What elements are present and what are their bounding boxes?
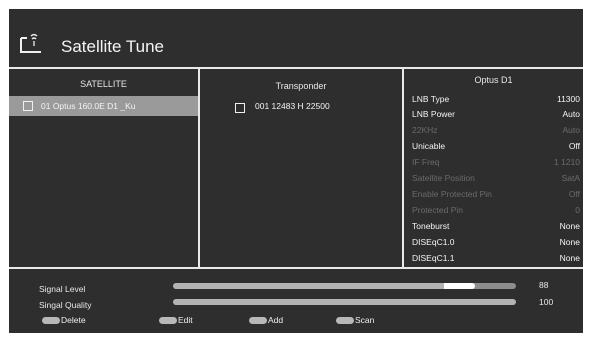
satellite-label: 01 Optus 160.0E D1 _Ku [41, 101, 136, 111]
signal-level-bar [173, 283, 516, 289]
transponder-label: 001 12483 H 22500 [255, 101, 330, 111]
param-value: Off [568, 189, 580, 199]
satellite-column-header: SATELLITE [80, 79, 127, 89]
param-label: Toneburst [412, 221, 450, 231]
param-value: Off [568, 141, 580, 151]
signal-quality-fill [173, 299, 516, 305]
param-value: Auto [562, 125, 581, 135]
param-value: None [559, 237, 580, 247]
param-label: Unicable [412, 141, 446, 151]
satellite-tune-screen: Satellite Tune SATELLITE 01 Optus 160.0E… [9, 9, 583, 333]
param-label: Enable Protected Pin [412, 189, 492, 199]
param-value: 0 [575, 205, 580, 215]
param-lnb-power[interactable]: LNB Power Auto [412, 109, 580, 124]
signal-level-marker [443, 283, 475, 289]
title-bar: Satellite Tune [9, 9, 583, 67]
edit-label: Edit [178, 315, 193, 325]
satellite-detail-header: Optus D1 [474, 75, 513, 85]
blue-key-icon [336, 317, 354, 324]
param-value: None [559, 253, 580, 263]
param-label: DISEqC1.1 [412, 253, 455, 263]
param-value: None [559, 221, 580, 231]
param-22khz: 22KHz Auto [412, 125, 580, 140]
param-value: Auto [562, 109, 581, 119]
param-enable-protected-pin: Enable Protected Pin Off [412, 189, 580, 204]
param-label: Protected Pin [412, 205, 464, 215]
param-label: 22KHz [412, 125, 438, 135]
transponder-list-item[interactable]: 001 12483 H 22500 [229, 98, 389, 116]
param-label: IF Freq [412, 157, 440, 167]
signal-quality-bar [173, 299, 516, 305]
satellite-dish-icon [19, 32, 43, 54]
satellite-checkbox[interactable] [23, 101, 33, 111]
scan-label: Scan [355, 315, 375, 325]
transponder-checkbox[interactable] [235, 103, 245, 113]
param-toneburst[interactable]: Toneburst None [412, 221, 580, 236]
param-label: DISEqC1.0 [412, 237, 455, 247]
param-value: 1 1210 [554, 157, 580, 167]
param-value: SatA [561, 173, 580, 183]
signal-quality-label: Singal Quality [39, 300, 92, 310]
param-label: Satellite Position [412, 173, 475, 183]
column-divider-left [198, 69, 200, 267]
yellow-key-icon [249, 317, 267, 324]
satellite-list-item[interactable]: 01 Optus 160.0E D1 _Ku [9, 96, 198, 116]
param-unicable[interactable]: Unicable Off [412, 141, 580, 156]
param-value: 11300 [556, 94, 580, 104]
param-satellite-position: Satellite Position SatA [412, 173, 580, 188]
green-key-icon [159, 317, 177, 324]
param-protected-pin: Protected Pin 0 [412, 205, 580, 220]
param-label: LNB Type [412, 94, 450, 104]
signal-level-value: 88 [539, 280, 549, 290]
delete-label: Delete [61, 315, 86, 325]
page-title: Satellite Tune [61, 37, 165, 56]
param-diseqc-1-0[interactable]: DISEqC1.0 None [412, 237, 580, 252]
param-diseqc-1-1[interactable]: DISEqC1.1 None [412, 253, 580, 268]
signal-quality-value: 100 [539, 297, 554, 307]
param-label: LNB Power [412, 109, 455, 119]
param-if-freq: IF Freq 1 1210 [412, 157, 580, 172]
header-divider [9, 67, 583, 69]
signal-level-label: Signal Level [39, 284, 86, 294]
transponder-column-header: Transponder [275, 81, 327, 91]
red-key-icon [42, 317, 60, 324]
column-divider-right [402, 69, 404, 267]
signal-level-fill [173, 283, 475, 289]
add-label: Add [268, 315, 284, 325]
param-lnb-type[interactable]: LNB Type 11300 [412, 94, 580, 109]
